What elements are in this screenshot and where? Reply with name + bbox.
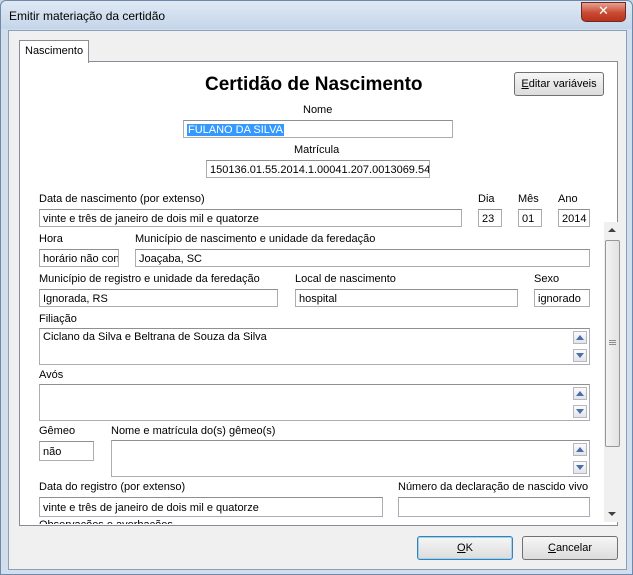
municipio-nascimento-label: Município de nascimento e unidade da fer…	[135, 233, 376, 245]
dia-label: Dia	[478, 193, 495, 205]
cancel-accel: C	[547, 542, 556, 554]
gemeos-up-arrow-icon[interactable]	[573, 443, 587, 456]
gemeos-down-arrow-icon[interactable]	[573, 461, 587, 474]
window-title: Emitir materiação da certidão	[9, 9, 166, 23]
dialog-body: Nascimento Certidão de Nascimento Editar…	[8, 30, 627, 570]
dialog-window: Emitir materiação da certidão ✕ Nascimen…	[0, 0, 633, 575]
ano-input[interactable]: 2014	[558, 209, 590, 227]
scroll-down-arrow-icon[interactable]	[607, 510, 617, 518]
thumb-grip-line	[609, 340, 616, 341]
mes-label: Mês	[518, 193, 539, 205]
data-registro-input[interactable]: vinte e três de janeiro de dois mil e qu…	[39, 497, 383, 517]
edit-variables-accel: E	[521, 78, 529, 90]
edit-variables-button[interactable]: Editar variáveis	[514, 72, 604, 96]
local-nascimento-input[interactable]: hospital	[295, 289, 518, 307]
thumb-grip-line	[609, 344, 616, 345]
tab-label: Nascimento	[25, 45, 84, 57]
municipio-registro-label: Município de registro e unidade da fered…	[39, 273, 260, 285]
nome-input[interactable]: FULANO DA SILVA	[183, 120, 453, 138]
tab-panel: Certidão de Nascimento Editar variáveis …	[19, 61, 621, 526]
thumb-grip-line	[609, 342, 616, 343]
matricula-label: Matrícula	[294, 144, 340, 156]
form-scrollbar[interactable]	[604, 222, 621, 522]
declaracao-label: Número da declaração de nascido vivo	[398, 481, 589, 493]
observacoes-label-partial: Observações e averbações	[39, 519, 173, 524]
sexo-label: Sexo	[534, 273, 560, 285]
avos-up-arrow-icon[interactable]	[573, 387, 587, 400]
declaracao-input[interactable]	[398, 497, 590, 517]
filiacao-down-arrow-icon[interactable]	[573, 349, 587, 362]
ano-label: Ano	[558, 193, 578, 205]
filiacao-up-arrow-icon[interactable]	[573, 331, 587, 344]
hora-input[interactable]: horário não con	[39, 249, 119, 267]
ok-button[interactable]: OK	[417, 536, 513, 560]
local-nascimento-label: Local de nascimento	[295, 273, 396, 285]
close-icon: ✕	[598, 4, 609, 19]
data-nascimento-input[interactable]: vinte e três de janeiro de dois mil e qu…	[39, 209, 462, 227]
nome-label: Nome	[303, 104, 333, 116]
filiacao-textarea[interactable]: Ciclano da Silva e Beltrana de Souza da …	[39, 328, 590, 365]
data-registro-label: Data do registro (por extenso)	[39, 481, 186, 493]
dia-input[interactable]: 23	[478, 209, 502, 227]
scrollbar-thumb[interactable]	[605, 240, 620, 447]
gemeo-input[interactable]: não	[39, 441, 94, 461]
cancel-label: ancelar	[555, 542, 593, 554]
title-bar[interactable]: Emitir materiação da certidão ✕	[1, 1, 632, 29]
avos-label: Avós	[39, 369, 64, 381]
mes-input[interactable]: 01	[518, 209, 542, 227]
tab-nascimento[interactable]: Nascimento	[19, 40, 89, 63]
gemeo-label: Gêmeo	[39, 425, 76, 437]
nome-value: FULANO DA SILVA	[187, 124, 284, 136]
ok-accel: O	[457, 542, 466, 554]
page-title: Certidão de Nascimento	[205, 74, 423, 95]
close-button[interactable]: ✕	[581, 2, 626, 22]
sexo-input[interactable]: ignorado	[534, 289, 590, 307]
hora-label: Hora	[39, 233, 63, 245]
avos-textarea[interactable]	[39, 384, 590, 421]
cancel-button[interactable]: Cancelar	[522, 536, 618, 560]
ok-label: K	[465, 542, 473, 554]
filiacao-label: Filiação	[39, 313, 77, 325]
municipio-nascimento-input[interactable]: Joaçaba, SC	[135, 249, 590, 267]
gemeos-nomes-label: Nome e matrícula do(s) gêmeo(s)	[111, 425, 276, 437]
data-nascimento-label: Data de nascimento (por extenso)	[39, 193, 205, 205]
municipio-registro-input[interactable]: Ignorada, RS	[39, 289, 278, 307]
edit-variables-label: ditar variáveis	[528, 78, 597, 90]
matricula-input[interactable]: 150136.01.55.2014.1.00041.207.0013069.54	[206, 160, 430, 178]
scroll-up-arrow-icon[interactable]	[607, 226, 617, 234]
filiacao-value: Ciclano da Silva e Beltrana de Souza da …	[43, 331, 267, 343]
gemeos-nomes-textarea[interactable]	[111, 440, 590, 477]
avos-down-arrow-icon[interactable]	[573, 405, 587, 418]
